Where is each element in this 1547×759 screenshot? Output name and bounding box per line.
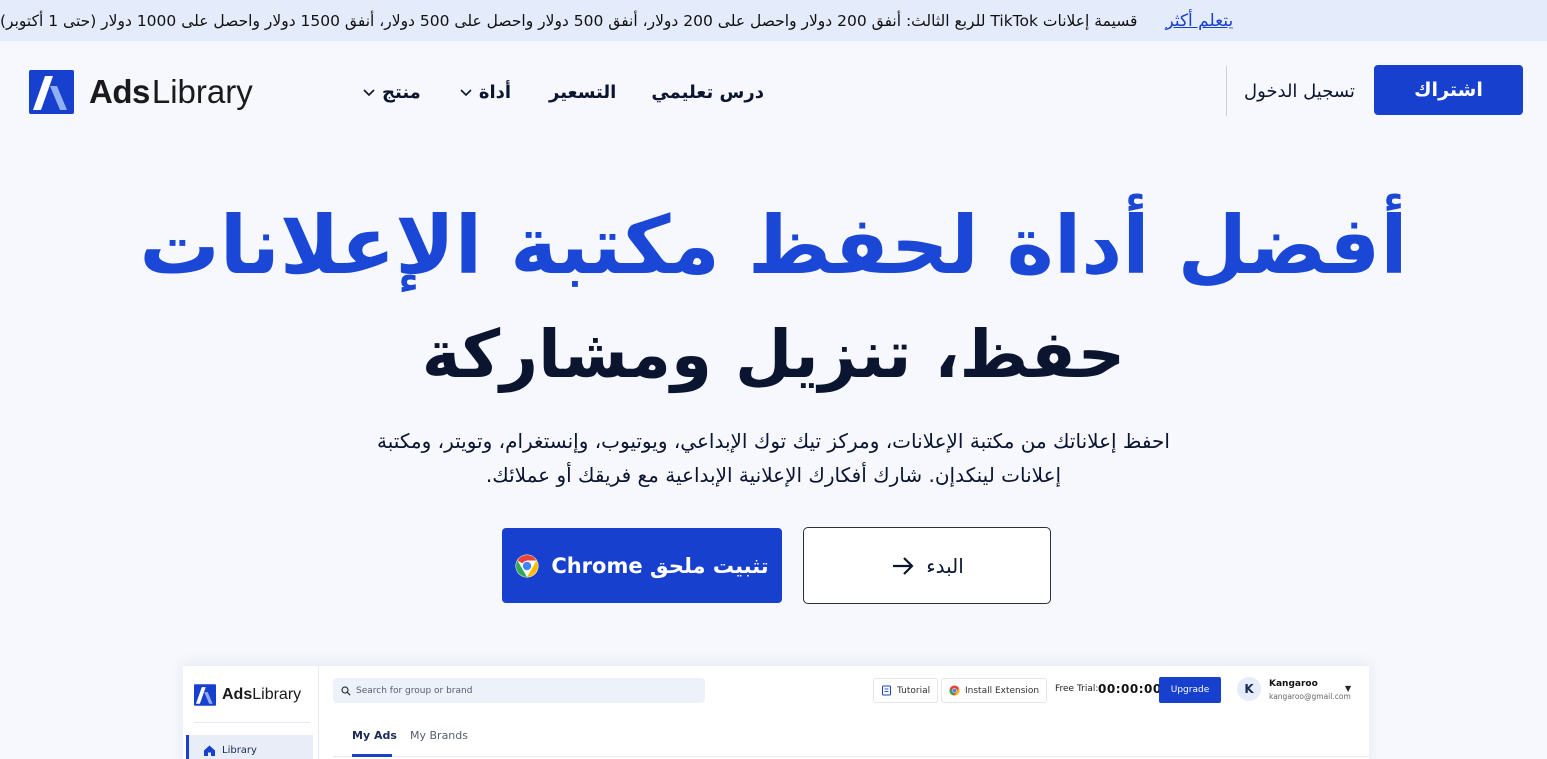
avatar: K	[1237, 677, 1261, 701]
main-menu: درس تعليمي التسعير أداة منتج	[362, 77, 764, 107]
preview-tab-my-brands: My Brands	[410, 729, 468, 742]
nav-tutorial-label: درس تعليمي	[651, 81, 764, 103]
install-chrome-extension-button[interactable]: تثبيت ملحق Chrome	[502, 528, 782, 603]
home-icon	[204, 745, 215, 756]
start-button-label: البدء	[926, 553, 964, 578]
install-button-label: تثبيت ملحق Chrome	[551, 553, 769, 578]
logo-mark-icon	[29, 70, 74, 114]
preview-install-extension-button: Install Extension	[941, 678, 1048, 703]
preview-user-name: Kangaroo	[1269, 679, 1318, 689]
promo-bar: يتعلم أكثر قسيمة إعلانات TikTok للربع ال…	[0, 0, 1547, 41]
preview-logo-library: Library	[252, 686, 302, 703]
tutorial-icon	[882, 685, 891, 696]
preview-tab-divider	[333, 756, 1369, 757]
hero-title: أفضل أداة لحفظ مكتبة الإعلانات	[139, 199, 1408, 292]
preview-install-extension-label: Install Extension	[965, 685, 1040, 696]
nav-tool-label: أداة	[478, 81, 512, 103]
nav-product-dropdown[interactable]: منتج	[362, 82, 421, 103]
learn-more-link[interactable]: يتعلم أكثر	[1165, 11, 1233, 31]
arrow-right-icon	[893, 556, 914, 575]
logo[interactable]: Ads Library	[29, 70, 253, 114]
preview-search-placeholder: Search for group or brand	[356, 685, 473, 696]
hero-description-line2: إعلانات لينكدإن. شارك أفكارك الإعلانية ا…	[485, 463, 1062, 487]
chrome-icon	[949, 685, 960, 696]
preview-timer: 00:00:00	[1098, 682, 1162, 696]
chrome-icon	[515, 554, 539, 577]
signup-button[interactable]: اشتراك	[1374, 65, 1523, 115]
logo-text-library: Library	[151, 73, 253, 110]
preview-tab-active-indicator	[352, 754, 392, 757]
promo-text: قسيمة إعلانات TikTok للربع الثالث: أنفق …	[0, 11, 1138, 30]
app-preview: Ads Library Library Search for group or …	[183, 666, 1369, 759]
preview-user-email: kangaroo@gmail.com	[1269, 692, 1351, 701]
preview-divider	[194, 722, 310, 723]
preview-sidebar-item-library: Library	[186, 735, 313, 759]
nav-pricing[interactable]: التسعير	[549, 82, 616, 103]
nav-product-label: منتج	[382, 81, 421, 103]
chevron-down-icon	[460, 89, 472, 97]
nav-pricing-label: التسعير	[549, 81, 617, 103]
logo-mark-icon	[194, 684, 216, 706]
chevron-down-icon	[363, 89, 375, 97]
hero-description: احفظ إعلاناتك من مكتبة الإعلانات، ومركز …	[330, 424, 1217, 492]
navbar: Ads Library درس تعليمي التسعير أداة منتج…	[0, 41, 1547, 139]
preview-logo-ads: Ads	[222, 686, 253, 703]
preview-tutorial-label: Tutorial	[897, 685, 931, 696]
nav-tutorial[interactable]: درس تعليمي	[651, 82, 764, 103]
preview-tab-my-ads: My Ads	[352, 729, 397, 742]
nav-tool-dropdown[interactable]: أداة	[459, 82, 511, 103]
hero-subtitle: حفظ، تنزيل ومشاركة	[421, 316, 1126, 393]
preview-sidebar-item-label: Library	[222, 744, 257, 756]
preview-search-input: Search for group or brand	[333, 678, 705, 703]
logo-text-ads: Ads	[89, 73, 150, 110]
search-icon	[341, 685, 351, 696]
preview-free-trial-label: Free Trial:	[1055, 684, 1099, 694]
preview-logo: Ads Library	[194, 684, 301, 706]
get-started-button[interactable]: البدء	[803, 527, 1051, 604]
caret-down-icon: ▼	[1345, 684, 1352, 693]
preview-tutorial-button: Tutorial	[873, 678, 939, 703]
hero-description-line1: احفظ إعلاناتك من مكتبة الإعلانات، ومركز …	[377, 429, 1170, 453]
preview-upgrade-button: Upgrade	[1159, 677, 1221, 703]
login-link[interactable]: تسجيل الدخول	[1226, 66, 1355, 116]
preview-sidebar: Ads Library Library	[183, 666, 319, 759]
